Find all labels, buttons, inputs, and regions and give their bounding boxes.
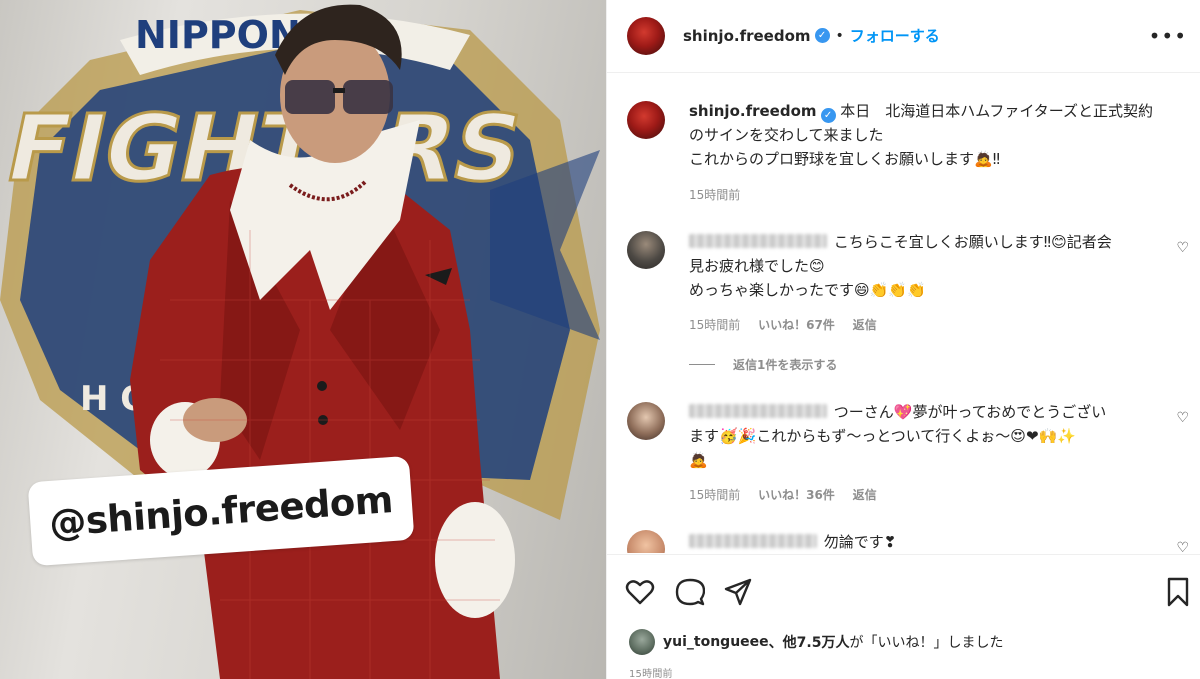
comment-meta: 15時間前 いいね！36件 返信	[689, 486, 891, 503]
comment-likes-count[interactable]: いいね！67件	[758, 318, 835, 332]
caption-line-1: 本日 北海道日本ハムファイターズと正式契約	[840, 102, 1154, 120]
author-avatar[interactable]	[627, 17, 665, 55]
caption-emoji: 🙇‼	[974, 150, 1000, 168]
more-options-icon[interactable]: •••	[1149, 26, 1187, 46]
comments-section[interactable]: shinjo.freedom ✓ 本日 北海道日本ハムファイターズと正式契約 のサ…	[607, 74, 1200, 553]
post-time[interactable]: 15時間前	[629, 665, 673, 679]
blurred-username[interactable]	[689, 534, 817, 548]
caption-meta: 15時間前	[689, 186, 754, 203]
post-panel: shinjo.freedom ✓ • フォローする ••• shinjo.fre…	[606, 0, 1200, 679]
caption-text: shinjo.freedom ✓ 本日 北海道日本ハムファイターズと正式契約 のサ…	[689, 99, 1169, 171]
follow-button[interactable]: フォローする	[850, 25, 940, 46]
header-separator: •	[835, 27, 844, 44]
comment-like-heart-icon[interactable]: ♡	[1176, 540, 1189, 553]
verified-badge-icon: ✓	[814, 28, 830, 43]
liked-by-avatar[interactable]	[629, 629, 655, 655]
blurred-username[interactable]	[689, 404, 827, 418]
view-replies-label: 返信1件を表示する	[733, 358, 838, 372]
comment-avatar[interactable]	[627, 231, 665, 269]
comment-text: こちらこそ宜しくお願いします‼😊記者会 見お疲れ様でした😊 めっちゃ楽しかったで…	[689, 230, 1169, 302]
comment-avatar[interactable]	[627, 402, 665, 440]
author-username[interactable]: shinjo.freedom	[683, 27, 811, 45]
comment-text: つーさん💖夢が叶っておめでとうござい ます🥳🎉これからもず〜っとついて行くよぉ〜…	[689, 400, 1169, 472]
comment-time[interactable]: 15時間前	[689, 488, 740, 502]
caption-avatar[interactable]	[627, 101, 665, 139]
caption-line-2: のサインを交わして来ました	[689, 126, 884, 144]
blurred-username[interactable]	[689, 234, 827, 248]
comment-time[interactable]: 15時間前	[689, 318, 740, 332]
caption-line-3: これからのプロ野球を宜しくお願いします	[689, 150, 975, 168]
comment-avatar[interactable]	[627, 530, 665, 553]
comment-line-1: つーさん💖夢が叶っておめでとうござい	[833, 403, 1107, 421]
like-heart-icon[interactable]	[625, 577, 655, 607]
share-send-icon[interactable]	[723, 577, 753, 607]
comment-line-3: 🙇	[689, 451, 708, 469]
comment-bubble-icon[interactable]	[675, 577, 705, 607]
comment-likes-count[interactable]: いいね！36件	[758, 488, 835, 502]
verified-badge-icon: ✓	[820, 108, 836, 123]
liked-by-count[interactable]: 、他7.5万人	[769, 632, 850, 652]
comment-line-1: 勿論です❣	[823, 533, 897, 551]
photo-illustration: NIPPON- FIGHTERS H O	[0, 4, 600, 679]
view-replies-button[interactable]: 返信1件を表示する	[689, 356, 837, 373]
post-header: shinjo.freedom ✓ • フォローする •••	[607, 0, 1200, 73]
comment-line-3: めっちゃ楽しかったです😄👏👏👏	[689, 281, 926, 299]
post-actions: yui_tongueee 、他7.5万人 が「いいね！」しました 15時間前	[607, 554, 1200, 679]
liked-by-username[interactable]: yui_tongueee	[663, 634, 769, 650]
comment-line-2: ます🥳🎉これからもず〜っとついて行くよぉ〜😍❤🙌✨	[689, 427, 1076, 445]
liked-by-suffix: が「いいね！」しました	[849, 635, 1004, 651]
comment-text: 勿論です❣	[689, 530, 1169, 553]
comment-like-heart-icon[interactable]: ♡	[1176, 410, 1189, 426]
post-photo[interactable]: NIPPON- FIGHTERS H O @shinjo.freedom	[0, 0, 606, 679]
comment-reply-button[interactable]: 返信	[853, 318, 877, 332]
comment-meta: 15時間前 いいね！67件 返信	[689, 316, 891, 333]
mention-sticker-text: @shinjo.freedom	[47, 477, 395, 545]
bookmark-icon[interactable]	[1163, 577, 1193, 607]
header-user-row: shinjo.freedom ✓ • フォローする	[683, 25, 940, 46]
comment-reply-button[interactable]: 返信	[853, 488, 877, 502]
comment-line-1: こちらこそ宜しくお願いします‼😊記者会	[833, 233, 1112, 251]
comment-like-heart-icon[interactable]: ♡	[1176, 240, 1189, 256]
caption-time[interactable]: 15時間前	[689, 188, 740, 202]
caption-username[interactable]: shinjo.freedom	[689, 102, 817, 120]
view-replies-line	[689, 364, 715, 365]
liked-by-row: yui_tongueee 、他7.5万人 が「いいね！」しました	[629, 629, 1003, 655]
comment-line-2: 見お疲れ様でした😊	[689, 257, 825, 275]
